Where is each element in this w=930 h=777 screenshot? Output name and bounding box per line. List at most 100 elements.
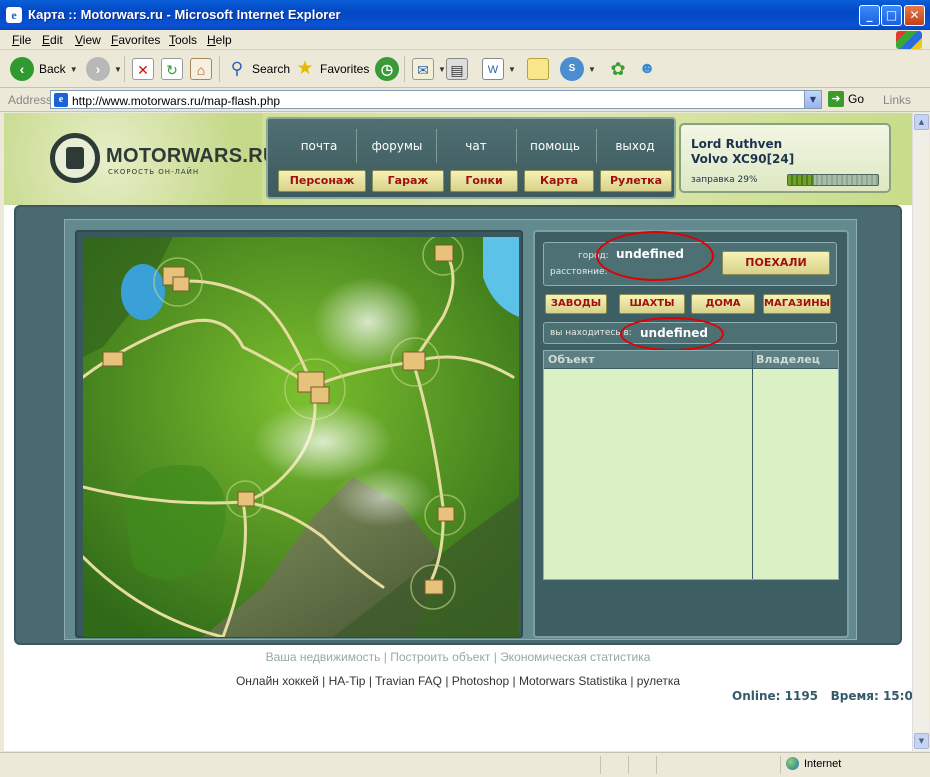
vertical-scrollbar[interactable]: ▲ ▼ bbox=[912, 113, 929, 751]
partner-link[interactable]: Photoshop bbox=[452, 674, 509, 688]
site-header: MOTORWARS.RU СКОРОСТЬ ОН-ЛАЙН почта фору… bbox=[4, 113, 912, 205]
partner-links: Онлайн хоккей | HA-Tip | Travian FAQ | P… bbox=[235, 674, 681, 688]
logo-tagline: СКОРОСТЬ ОН-ЛАЙН bbox=[108, 168, 200, 176]
address-dropdown-icon[interactable]: ▼ bbox=[804, 91, 821, 108]
scroll-down-icon[interactable]: ▼ bbox=[914, 733, 929, 749]
window-title: Карта :: Motorwars.ru - Microsoft Intern… bbox=[28, 7, 341, 22]
nav-divider bbox=[596, 129, 597, 163]
col-owner[interactable]: Владелец bbox=[756, 353, 820, 366]
footer-link-build[interactable]: Построить объект bbox=[390, 650, 490, 664]
flower-icon: ✿ bbox=[610, 59, 626, 79]
link-mail[interactable]: почта bbox=[284, 139, 354, 153]
security-zone[interactable]: Internet bbox=[786, 757, 841, 770]
motorwars-logo-icon bbox=[50, 133, 100, 183]
discuss-button[interactable] bbox=[527, 55, 549, 83]
mail-dropdown-icon[interactable]: ▼ bbox=[438, 65, 446, 74]
game-map[interactable] bbox=[83, 237, 519, 637]
back-button[interactable]: ‹ Back ▼ bbox=[10, 55, 78, 83]
user-name[interactable]: Lord Ruthven bbox=[691, 137, 782, 151]
history-button[interactable]: ◷ bbox=[375, 55, 399, 83]
houses-button[interactable]: ДОМА bbox=[691, 294, 755, 314]
menu-help[interactable]: Help bbox=[207, 33, 232, 47]
menu-favorites[interactable]: Favorites bbox=[111, 33, 160, 47]
server-time: Время: 15:07 bbox=[830, 689, 912, 703]
msn-button[interactable]: ☻ bbox=[636, 55, 658, 83]
address-input[interactable]: e http://www.motorwars.ru/map-flash.php … bbox=[50, 90, 822, 109]
toolbar-separator bbox=[404, 56, 405, 82]
edit-dropdown-icon[interactable]: ▼ bbox=[508, 65, 516, 74]
logo-area[interactable]: MOTORWARS.RU СКОРОСТЬ ОН-ЛАЙН bbox=[4, 113, 277, 205]
skype-icon: S bbox=[560, 57, 584, 81]
close-button[interactable]: ✕ bbox=[904, 5, 925, 26]
messenger-dropdown-icon[interactable]: ▼ bbox=[588, 65, 596, 74]
link-chat[interactable]: чат bbox=[441, 139, 511, 153]
partner-link[interactable]: Онлайн хоккей bbox=[236, 674, 319, 688]
factories-button[interactable]: ЗАВОДЫ bbox=[545, 294, 607, 314]
menu-view[interactable]: View bbox=[75, 33, 101, 47]
maximize-button[interactable]: □ bbox=[881, 5, 902, 26]
print-button[interactable]: ▤ bbox=[446, 55, 468, 83]
fuel-progress-bar bbox=[787, 174, 879, 186]
search-button[interactable]: ⚲ Search bbox=[226, 55, 290, 83]
toolbar-separator bbox=[124, 56, 125, 82]
forward-button[interactable]: › ▼ bbox=[86, 55, 122, 83]
col-object[interactable]: Объект bbox=[548, 353, 595, 366]
refresh-icon: ↻ bbox=[161, 58, 183, 80]
go-drive-button[interactable]: ПОЕХАЛИ bbox=[722, 251, 830, 275]
stop-button[interactable]: ✕ bbox=[132, 55, 154, 83]
nav-roulette-button[interactable]: Рулетка bbox=[600, 170, 672, 192]
nav-panel: почта форумы чат помощь выход Персонаж Г… bbox=[266, 117, 676, 199]
mines-button[interactable]: ШАХТЫ bbox=[619, 294, 685, 314]
icq-button[interactable]: ✿ bbox=[607, 55, 629, 83]
menu-file[interactable]: File bbox=[12, 33, 31, 47]
word-edit-icon: W bbox=[482, 58, 504, 80]
page-icon: e bbox=[54, 93, 68, 107]
forward-dropdown-icon[interactable]: ▼ bbox=[114, 65, 122, 74]
menu-edit[interactable]: Edit bbox=[42, 33, 63, 47]
link-forums[interactable]: форумы bbox=[362, 139, 432, 153]
user-panel: Lord Ruthven Volvo XC90[24] заправка 29% bbox=[679, 123, 891, 193]
link-logout[interactable]: выход bbox=[600, 139, 670, 153]
address-label: Address bbox=[8, 93, 53, 107]
footer-link-property[interactable]: Ваша недвижимость bbox=[266, 650, 381, 664]
main-frame: город: расстояние: undefined ПОЕХАЛИ ЗАВ… bbox=[14, 205, 902, 645]
user-car[interactable]: Volvo XC90[24] bbox=[691, 152, 794, 166]
nav-garage-button[interactable]: Гараж bbox=[372, 170, 444, 192]
link-help[interactable]: помощь bbox=[520, 139, 590, 153]
shops-button[interactable]: МАГАЗИНЫ bbox=[763, 294, 831, 314]
status-divider bbox=[628, 756, 629, 774]
favorites-button[interactable]: ★ Favorites bbox=[294, 55, 369, 83]
go-button[interactable]: ➜ Go bbox=[828, 91, 864, 107]
nav-divider bbox=[356, 129, 357, 163]
map-graphic bbox=[83, 237, 519, 637]
fuel-label: заправка 29% bbox=[691, 175, 758, 185]
edit-button[interactable]: W ▼ bbox=[482, 55, 516, 83]
page-viewport: MOTORWARS.RU СКОРОСТЬ ОН-ЛАЙН почта фору… bbox=[4, 113, 912, 751]
distance-label: расстояние: bbox=[550, 267, 608, 277]
minimize-button[interactable]: _ bbox=[859, 5, 880, 26]
star-icon: ★ bbox=[296, 58, 314, 79]
go-arrow-icon: ➜ bbox=[828, 91, 844, 107]
address-url[interactable]: http://www.motorwars.ru/map-flash.php bbox=[72, 94, 280, 108]
mail-button[interactable]: ✉ ▼ bbox=[412, 55, 446, 83]
partner-link[interactable]: Motorwars Statistika bbox=[519, 674, 627, 688]
partner-link[interactable]: Travian FAQ bbox=[375, 674, 442, 688]
back-dropdown-icon[interactable]: ▼ bbox=[70, 65, 78, 74]
printer-icon: ▤ bbox=[446, 58, 468, 80]
footer-links: Ваша недвижимость | Построить объект | Э… bbox=[265, 650, 651, 664]
windows-flag-icon bbox=[896, 31, 922, 49]
messenger-button[interactable]: S ▼ bbox=[560, 55, 596, 83]
status-divider bbox=[600, 756, 601, 774]
nav-character-button[interactable]: Персонаж bbox=[278, 170, 366, 192]
menu-tools[interactable]: Tools bbox=[169, 33, 197, 47]
objects-table-header: Объект Владелец bbox=[544, 351, 838, 369]
partner-link[interactable]: рулетка bbox=[637, 674, 680, 688]
footer-link-stats[interactable]: Экономическая статистика bbox=[500, 650, 650, 664]
nav-map-button[interactable]: Карта bbox=[524, 170, 594, 192]
scroll-up-icon[interactable]: ▲ bbox=[914, 114, 929, 130]
partner-link[interactable]: HA-Tip bbox=[329, 674, 366, 688]
refresh-button[interactable]: ↻ bbox=[161, 55, 183, 83]
home-button[interactable]: ⌂ bbox=[190, 55, 212, 83]
nav-races-button[interactable]: Гонки bbox=[450, 170, 518, 192]
links-button[interactable]: Links bbox=[883, 93, 911, 107]
